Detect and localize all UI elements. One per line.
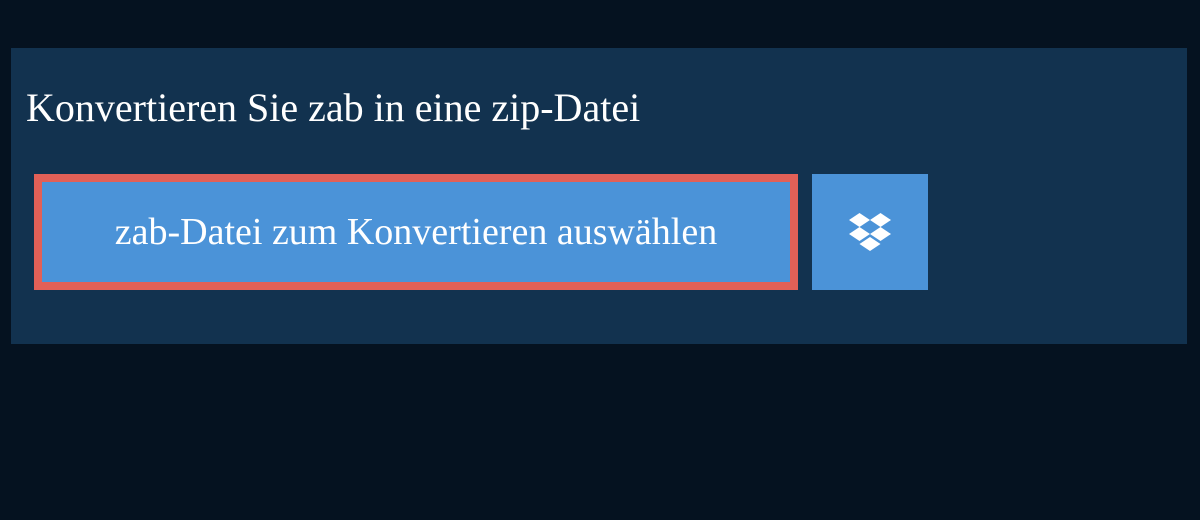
select-file-button-label: zab-Datei zum Konvertieren auswählen (115, 210, 717, 254)
page-title: Konvertieren Sie zab in eine zip-Datei (26, 60, 736, 155)
dropbox-button[interactable] (812, 174, 928, 290)
button-row: zab-Datei zum Konvertieren auswählen (34, 174, 928, 290)
select-file-button[interactable]: zab-Datei zum Konvertieren auswählen (34, 174, 798, 290)
dropbox-icon (849, 213, 891, 251)
